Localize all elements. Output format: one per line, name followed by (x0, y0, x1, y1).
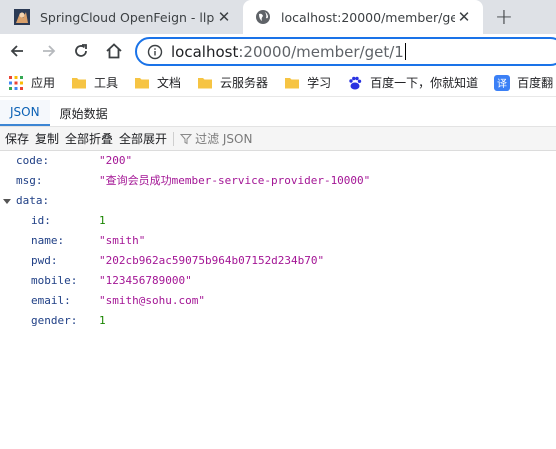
bookmark-label: 百度一下，你就知道 (370, 76, 479, 90)
browser-tab-springcloud[interactable]: SpringCloud OpenFeign - llp ✕ (0, 0, 243, 34)
filter-placeholder: 过滤 JSON (195, 132, 253, 146)
avatar-icon (14, 9, 30, 25)
bookmark-apps[interactable]: 应用 (8, 74, 55, 91)
json-value-pwd: "202cb962ac59075b964b07152d234b70" (99, 254, 325, 267)
json-key-data[interactable]: data: (16, 192, 49, 210)
folder-icon (134, 75, 150, 91)
folder-icon (71, 75, 87, 91)
baidu-paw-icon (347, 75, 363, 91)
save-button[interactable]: 保存 (5, 130, 29, 147)
json-key-mobile: mobile: (31, 274, 78, 287)
json-key-pwd: pwd: (31, 254, 58, 267)
address-bar[interactable]: localhost:20000/member/get/1 (135, 37, 556, 66)
bookmark-label: 应用 (31, 76, 56, 90)
reload-icon[interactable] (69, 39, 93, 63)
bookmark-folder-study[interactable]: 学习 (284, 74, 331, 91)
json-value-gender: 1 (99, 314, 106, 327)
json-value-id: 1 (99, 214, 106, 227)
json-value-code: "200" (99, 154, 133, 167)
collapse-all-button[interactable]: 全部折叠 (65, 130, 113, 147)
bookmark-folder-docs[interactable]: 文档 (134, 74, 181, 91)
json-key-gender: gender: (31, 314, 78, 327)
browser-toolbar: localhost:20000/member/get/1 (0, 34, 556, 69)
address-path: :20000/member/get/1 (238, 42, 404, 61)
browser-tab-strip: SpringCloud OpenFeign - llp ✕ localhost:… (0, 0, 556, 34)
json-value-email: "smith@sohu.com" (99, 294, 205, 307)
json-key-name: name: (31, 234, 65, 247)
json-value-name: "smith" (99, 234, 146, 247)
plus-icon[interactable]: + (492, 5, 516, 30)
bookmark-label: 云服务器 (220, 76, 269, 90)
bookmarks-bar: 应用 工具 文档 云服务器 学习 百度一下，你就知道 译 百度翻 (0, 69, 556, 97)
tab-title: localhost:20000/member/get/ (281, 9, 455, 25)
translate-icon: 译 (494, 74, 511, 91)
bookmark-folder-tools[interactable]: 工具 (71, 74, 118, 91)
json-action-bar: 保存 复制 全部折叠 全部展开 过滤 JSON (0, 127, 556, 151)
svg-text:译: 译 (497, 78, 507, 90)
home-icon[interactable] (102, 39, 126, 63)
bookmark-label: 工具 (94, 76, 119, 90)
bookmark-label: 学习 (307, 76, 332, 90)
back-arrow-icon[interactable] (5, 39, 29, 63)
browser-tab-localhost[interactable]: localhost:20000/member/get/ ✕ (243, 0, 483, 34)
text-caret (404, 42, 406, 60)
tab-json[interactable]: JSON (0, 100, 50, 126)
bookmark-label: 文档 (157, 76, 182, 90)
copy-button[interactable]: 复制 (35, 130, 59, 147)
close-icon[interactable]: ✕ (215, 8, 233, 26)
folder-icon (197, 75, 213, 91)
json-key-email: email: (31, 294, 71, 307)
bookmark-label: 百度翻 (517, 76, 554, 90)
filter-json-input[interactable]: 过滤 JSON (180, 130, 252, 147)
close-icon[interactable]: ✕ (455, 8, 473, 26)
forward-arrow-icon[interactable] (37, 39, 61, 63)
json-key-code: code: (16, 154, 50, 167)
tab-title: SpringCloud OpenFeign - llp (40, 9, 215, 25)
apps-grid-icon (8, 75, 24, 91)
expand-all-button[interactable]: 全部展开 (119, 130, 167, 147)
info-icon[interactable] (147, 44, 163, 60)
address-host: localhost (171, 42, 239, 61)
json-value-msg: "查询会员成功member-service-provider-10000" (99, 174, 371, 187)
divider (173, 131, 175, 146)
globe-icon (255, 9, 271, 25)
json-key-msg: msg: (16, 174, 43, 187)
json-viewer-tabs: JSON 原始数据 (0, 100, 556, 127)
json-value-mobile: "123456789000" (99, 274, 192, 287)
bookmark-baidu-translate[interactable]: 译 百度翻 (494, 74, 553, 91)
folder-icon (284, 75, 300, 91)
bookmark-baidu[interactable]: 百度一下，你就知道 (347, 74, 478, 91)
json-key-id: id: (31, 214, 51, 227)
bookmark-folder-cloud[interactable]: 云服务器 (197, 74, 268, 91)
tab-raw-data[interactable]: 原始数据 (50, 100, 118, 126)
filter-icon (180, 133, 193, 144)
address-text: localhost:20000/member/get/1 (171, 42, 406, 61)
collapse-triangle-icon[interactable] (3, 199, 11, 204)
